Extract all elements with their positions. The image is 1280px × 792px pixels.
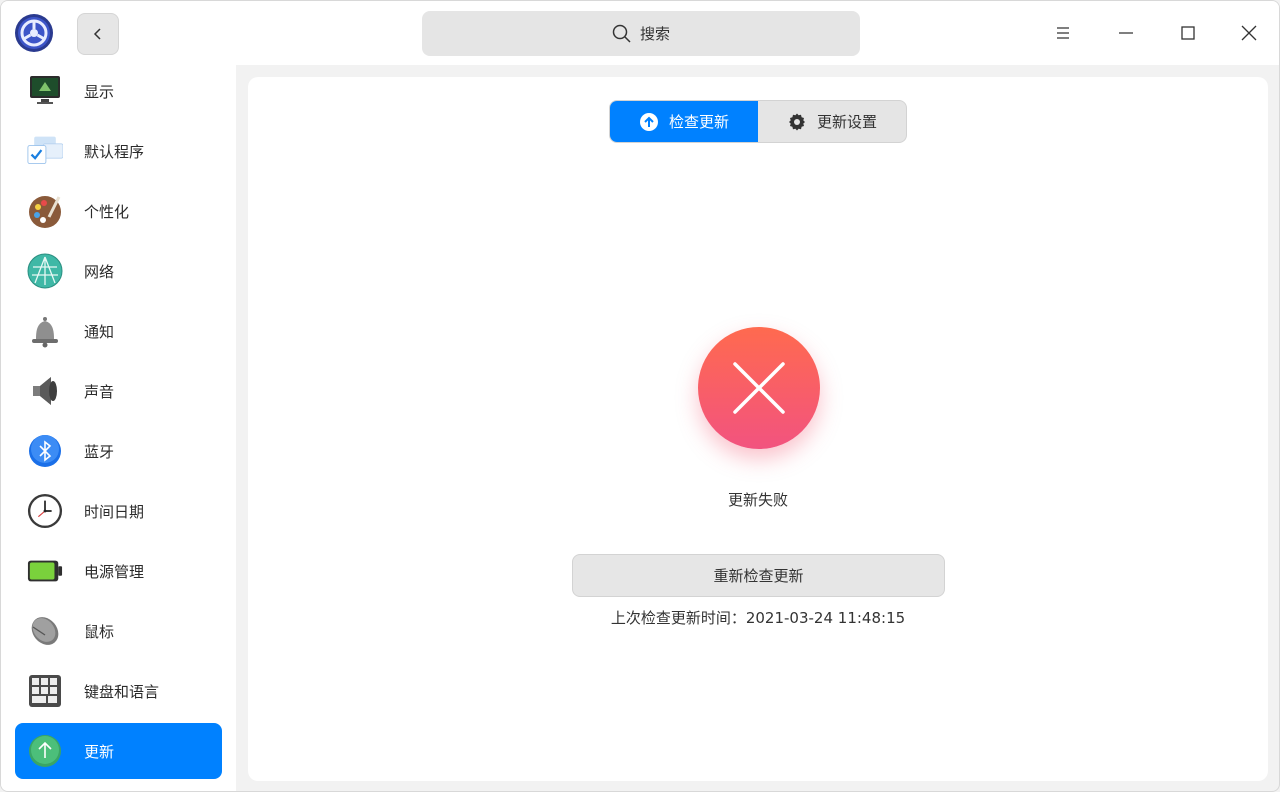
back-button[interactable] [77,13,119,55]
maximize-icon [1181,26,1195,40]
tab-label: 更新设置 [816,113,877,131]
search-placeholder: 搜索 [639,25,670,43]
sidebar-item-label: 蓝牙 [84,442,115,461]
last-check-time: 上次检查更新时间：2021-03-24 11:48:15 [610,609,906,627]
sidebar-item-default-apps[interactable]: 默认程序 [15,123,222,179]
close-icon [1241,25,1257,41]
title-bar: 搜索 [1,1,1279,65]
sidebar-item-personalization[interactable]: 个性化 [15,183,222,239]
bluetooth-icon [27,433,63,469]
maximize-button[interactable] [1172,17,1204,49]
app-logo-icon [14,13,54,53]
menu-button[interactable] [1047,17,1079,49]
sidebar-item-label: 个性化 [84,202,130,221]
minimize-button[interactable] [1110,17,1142,49]
update-status-text: 更新失败 [727,491,788,509]
sidebar-item-mouse[interactable]: 鼠标 [15,603,222,659]
keyboard-icon [27,673,63,709]
sidebar-item-label: 键盘和语言 [84,682,160,701]
speaker-icon [27,373,63,409]
sidebar-item-power[interactable]: 电源管理 [15,543,222,599]
sidebar-item-label: 时间日期 [84,502,145,521]
update-failed-icon [698,327,820,449]
sidebar-item-label: 网络 [84,262,115,281]
tab-label: 检查更新 [668,113,729,131]
battery-icon [27,553,63,589]
mouse-icon [27,613,63,649]
personalization-icon [27,193,63,229]
sidebar: 显示 默认程序 个性化 网络 通知 声音 蓝牙 时间日期 电源管理 鼠标 键盘和… [1,63,236,791]
search-icon [612,24,631,43]
sidebar-item-label: 鼠标 [84,622,115,641]
search-input[interactable]: 搜索 [422,11,860,56]
gear-icon [788,113,805,130]
sidebar-item-label: 默认程序 [84,142,145,161]
menu-icon [1057,27,1069,39]
sidebar-item-notification[interactable]: 通知 [15,303,222,359]
arrow-up-circle-icon [639,112,658,131]
network-icon [27,253,63,289]
chevron-left-icon [93,28,101,40]
sidebar-item-datetime[interactable]: 时间日期 [15,483,222,539]
sidebar-item-keyboard[interactable]: 键盘和语言 [15,663,222,719]
sidebar-item-network[interactable]: 网络 [15,243,222,299]
control-center-window: 搜索 显示 默认程序 个性化 网络 通知 声音 蓝牙 时间日期 电源管理 鼠标 … [0,0,1280,792]
retry-check-button[interactable]: 重新检查更新 [572,554,945,597]
minimize-icon [1119,32,1133,34]
clock-icon [27,493,63,529]
sidebar-item-sound[interactable]: 声音 [15,363,222,419]
update-tabs: 检查更新 更新设置 [609,100,907,143]
sidebar-item-label: 更新 [84,742,115,761]
sidebar-item-update[interactable]: 更新 [15,723,222,779]
sidebar-item-label: 电源管理 [84,562,145,581]
sidebar-item-label: 通知 [84,322,115,341]
bell-icon [27,313,63,349]
update-icon [27,733,63,769]
default-apps-icon [27,133,63,169]
tab-update-settings[interactable]: 更新设置 [758,101,906,142]
close-button[interactable] [1233,17,1265,49]
tab-check-update[interactable]: 检查更新 [610,101,758,142]
sidebar-item-bluetooth[interactable]: 蓝牙 [15,423,222,479]
sidebar-item-label: 显示 [84,82,115,101]
display-icon [27,73,63,109]
sidebar-item-label: 声音 [84,382,115,401]
close-icon [733,362,785,414]
update-panel: 检查更新 更新设置 更新失败 重新检查更新 上次检查更新时间：2021-03-2… [248,77,1268,781]
sidebar-item-display[interactable]: 显示 [15,63,222,119]
